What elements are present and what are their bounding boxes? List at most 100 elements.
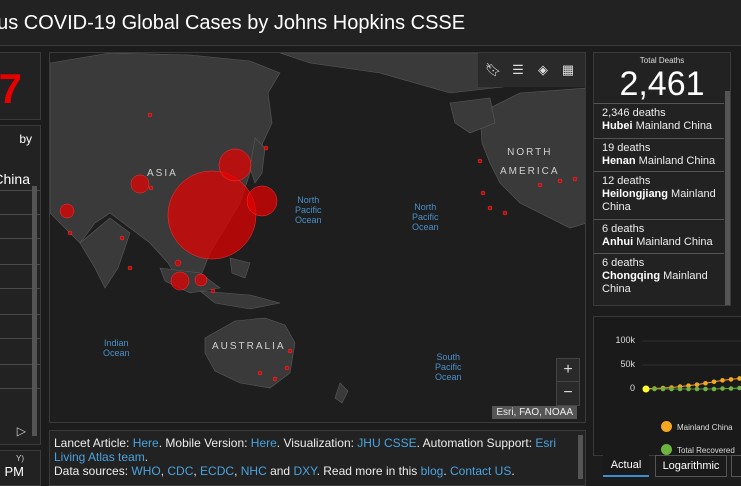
footer-scrollbar[interactable]	[578, 435, 583, 479]
footer-text: .	[443, 464, 450, 478]
total-confirmed-value: 7	[0, 65, 22, 112]
list-item[interactable]: China	[0, 171, 40, 187]
world-map[interactable]: 🔖︎ ☰ ◈ ▦ ASIA NORTH AMERICA AUSTRALIA No…	[49, 52, 586, 423]
tab-actual[interactable]: Actual	[603, 455, 649, 477]
death-count: 6 deaths	[602, 223, 645, 235]
case-bubble	[502, 210, 508, 216]
next-page-icon[interactable]: ▷	[17, 424, 26, 438]
qr-code-icon[interactable]: ▦	[558, 60, 578, 80]
bookmark-icon[interactable]: 🔖︎	[483, 60, 503, 80]
lancet-link[interactable]: Here	[133, 436, 159, 450]
zoom-in-button[interactable]: +	[557, 359, 579, 382]
footer-text: .	[144, 450, 149, 464]
list-icon[interactable]: ☰	[508, 60, 528, 80]
data-point	[694, 382, 700, 387]
dxy-link[interactable]: DXY	[293, 464, 316, 478]
footer-text: Data sources:	[54, 464, 132, 478]
case-bubble	[170, 271, 190, 291]
data-point	[728, 386, 734, 391]
case-bubble-hubei	[167, 170, 257, 260]
case-bubble	[284, 365, 290, 371]
footer-text: and	[266, 464, 294, 478]
list-item[interactable]: 2,346 deaths Hubei Mainland China	[594, 103, 724, 138]
continent-label-australia: AUSTRALIA	[212, 341, 286, 352]
title-bar: irus COVID-19 Global Cases by Johns Hopk…	[0, 0, 741, 46]
ocean-label: North Pacific Ocean	[295, 195, 322, 225]
legend-swatch	[661, 421, 672, 432]
nhc-link[interactable]: NHC	[241, 464, 267, 478]
continent-label-north-america: NORTH AMERICA	[500, 147, 560, 177]
death-count: 12 deaths	[602, 175, 651, 187]
country-name: Mainland China	[635, 155, 716, 167]
confirmed-by-region-list: by China ▷	[0, 125, 41, 445]
ocean-label: South Pacific Ocean	[435, 352, 462, 382]
legend-label: Total Recovered	[677, 446, 735, 455]
case-bubble	[59, 203, 75, 219]
list-item[interactable]: 19 deaths Henan Mainland China	[594, 138, 724, 171]
last-updated-time: PM	[4, 464, 25, 479]
map-toolbar: 🔖︎ ☰ ◈ ▦	[478, 53, 585, 87]
footer-text: . Mobile Version:	[158, 436, 251, 450]
case-bubble	[246, 185, 278, 217]
data-point	[694, 386, 700, 392]
region-name: Chongqing	[602, 270, 661, 282]
footer-text: . Visualization:	[276, 436, 358, 450]
death-count: 2,346 deaths	[602, 107, 666, 119]
data-point	[642, 385, 650, 393]
mobile-link[interactable]: Here	[251, 436, 277, 450]
data-point	[728, 377, 734, 382]
total-deaths-label: Total Deaths	[639, 56, 685, 65]
tab-logarithmic[interactable]: Logarithmic	[655, 455, 727, 477]
list-item[interactable]: 6 deaths Anhui Mainland China	[594, 219, 724, 253]
data-point	[686, 386, 691, 392]
legend-label: Mainland China	[677, 423, 733, 432]
list-scrollbar[interactable]	[32, 186, 37, 436]
data-point	[703, 386, 708, 392]
who-link[interactable]: WHO	[131, 464, 160, 478]
last-updated-label: Y)	[16, 454, 24, 463]
data-point	[711, 386, 717, 392]
legend-swatch	[661, 444, 672, 455]
region-name: Henan	[602, 155, 636, 167]
data-point	[720, 386, 725, 391]
map-attribution: Esri, FAO, NOAA	[492, 406, 577, 419]
footer-text: Lancet Article:	[54, 436, 133, 450]
region-name: Hubei	[602, 120, 633, 132]
zoom-out-button[interactable]: −	[557, 382, 579, 405]
layers-icon[interactable]: ◈	[533, 60, 553, 80]
data-point	[703, 380, 708, 386]
list-item[interactable]: 6 deaths Chongqing Mainland China	[594, 253, 724, 305]
case-bubble	[174, 259, 182, 267]
death-count: 6 deaths	[602, 257, 645, 269]
deaths-scrollbar[interactable]	[725, 91, 730, 305]
case-bubble	[127, 265, 133, 271]
region-name: Heilongjiang	[602, 188, 668, 200]
case-bubble	[487, 205, 493, 211]
contact-link[interactable]: Contact US	[450, 464, 511, 478]
case-bubble	[537, 182, 543, 188]
data-point	[711, 379, 717, 385]
country-name: Mainland China	[633, 236, 713, 248]
footer-text: . Automation Support:	[416, 436, 536, 450]
data-point	[737, 385, 741, 391]
case-bubble	[287, 348, 293, 354]
map-canvas[interactable]	[50, 53, 586, 423]
data-point	[669, 386, 674, 392]
ecdc-link[interactable]: ECDC	[200, 464, 234, 478]
list-item[interactable]: 12 deaths Heilongjiang Mainland China	[594, 171, 724, 219]
case-bubble	[272, 376, 278, 382]
cases-chart: 100k 50k 0 Mainland China Total Recovere…	[593, 316, 741, 456]
continent-label-asia: ASIA	[147, 168, 178, 179]
case-bubble	[148, 185, 154, 191]
case-bubble	[218, 148, 252, 182]
zoom-control: + −	[556, 358, 580, 406]
case-bubble	[477, 158, 483, 164]
total-deaths-value: 2,461	[619, 65, 705, 103]
case-bubble	[210, 288, 216, 294]
cdc-link[interactable]: CDC	[167, 464, 193, 478]
tab-more[interactable]	[731, 455, 741, 477]
jhu-csse-link[interactable]: JHU CSSE	[357, 436, 416, 450]
data-point	[660, 386, 666, 392]
region-name: Anhui	[602, 236, 634, 248]
blog-link[interactable]: blog	[421, 464, 444, 478]
